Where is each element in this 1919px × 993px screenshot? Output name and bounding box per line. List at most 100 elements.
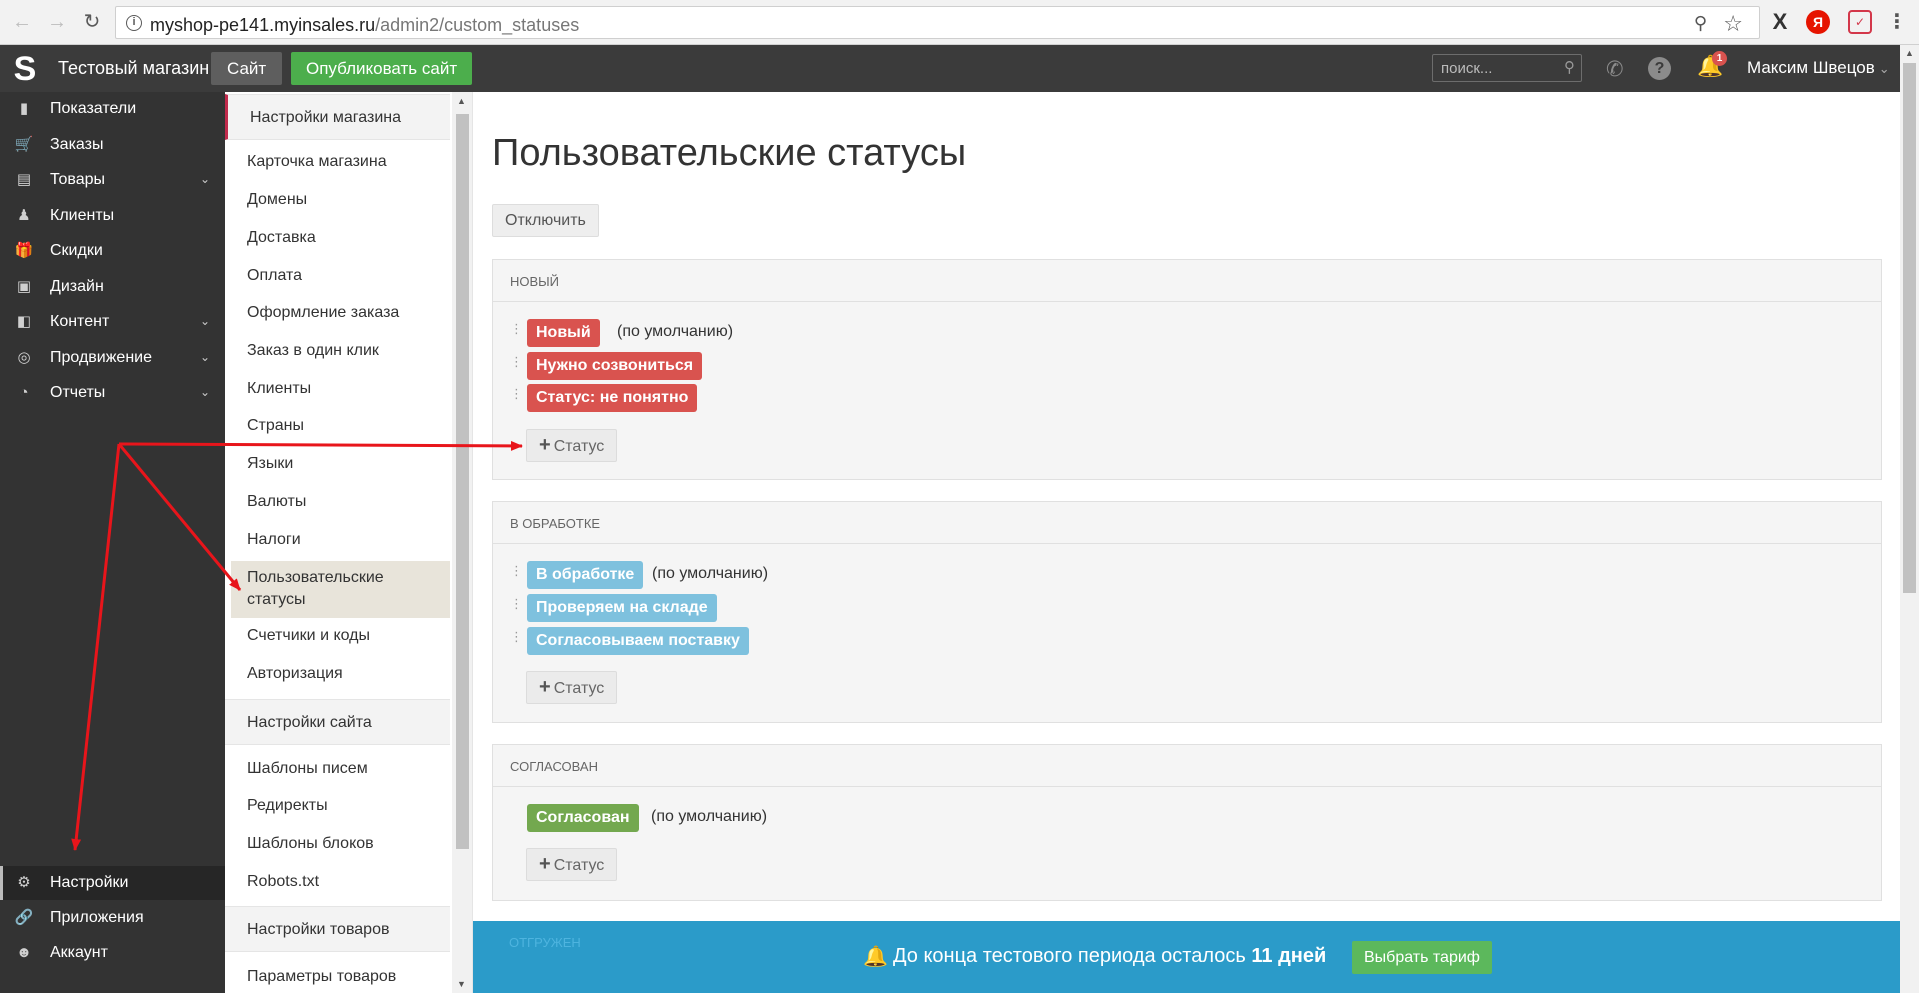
sidebar-item-promotion[interactable]: ◎ Продвижение ⌄ <box>0 341 225 375</box>
submenu-item-label: Клиенты <box>247 380 312 397</box>
scroll-down-icon[interactable]: ▼ <box>457 979 466 989</box>
sidebar-item-clients[interactable]: ♟ Клиенты <box>0 199 225 233</box>
zoom-icon[interactable]: ⚲ <box>1694 13 1707 34</box>
sidebar-item-apps[interactable]: 🔗 Приложения <box>0 901 225 935</box>
drag-handle-icon[interactable]: ⋮⋮ <box>510 564 535 577</box>
yandex-icon[interactable]: Я <box>1806 10 1830 34</box>
submenu-header-products[interactable]: Настройки товаров <box>225 906 450 952</box>
url-text[interactable]: myshop-pe141.myinsales.ru/admin2/custom_… <box>150 15 579 36</box>
add-status-button[interactable]: + Статус <box>526 848 618 881</box>
status-tag[interactable]: Согласовываем поставку <box>527 627 749 655</box>
submenu-scrollbar[interactable]: ▲ ▼ <box>452 92 472 993</box>
submenu-item-domains[interactable]: Домены <box>231 189 450 213</box>
submenu-item-countries[interactable]: Страны <box>231 415 450 439</box>
submenu-item-label: Налоги <box>247 531 301 548</box>
search-icon[interactable]: ⚲ <box>1564 58 1575 76</box>
submenu-scroll-thumb[interactable] <box>456 114 469 849</box>
submenu-item-delivery[interactable]: Доставка <box>231 227 450 251</box>
browser-menu-icon[interactable]: ⋮ <box>1885 10 1909 34</box>
status-tag[interactable]: Новый <box>527 319 600 347</box>
submenu-item-label: Шаблоны писем <box>247 760 368 777</box>
submenu-item-store-card[interactable]: Карточка магазина <box>231 151 450 175</box>
status-tag[interactable]: Нужно созвониться <box>527 352 703 380</box>
trial-banner: ОТГРУЖЕН 🔔 До конца тестового периода ос… <box>473 921 1900 993</box>
publish-site-button[interactable]: Опубликовать сайт <box>291 52 473 85</box>
submenu-item-taxes[interactable]: Налоги <box>231 529 450 553</box>
gear-icon: ⚙ <box>17 874 31 891</box>
bell-icon: 🔔 <box>863 946 888 968</box>
content-icon: ◧ <box>16 313 32 330</box>
submenu-item-label: Пользовательские статусы <box>247 569 384 608</box>
drag-handle-icon[interactable]: ⋮⋮ <box>510 597 535 610</box>
image-icon: ▣ <box>16 278 32 295</box>
site-button[interactable]: Сайт <box>211 52 283 85</box>
back-arrow-icon[interactable]: ← <box>10 10 34 34</box>
reload-icon[interactable]: ↻ <box>80 10 104 34</box>
sidebar-item-content[interactable]: ◧ Контент ⌄ <box>0 305 225 339</box>
submenu-header-site[interactable]: Настройки сайта <box>225 699 450 745</box>
submenu-item-languages[interactable]: Языки <box>231 453 450 477</box>
submenu-header-label: Настройки товаров <box>247 921 390 938</box>
drag-handle-icon[interactable]: ⋮⋮ <box>510 322 535 335</box>
insales-logo-icon[interactable]: S <box>10 51 40 87</box>
submenu-item-clients[interactable]: Клиенты <box>231 378 450 402</box>
submenu-item-currencies[interactable]: Валюты <box>231 491 450 515</box>
status-tag[interactable]: Статус: не понятно <box>527 384 698 412</box>
chevron-down-icon: ⌄ <box>200 350 211 364</box>
address-bar[interactable]: i myshop-pe141.myinsales.ru/admin2/custo… <box>115 6 1760 39</box>
submenu-item-label: Авторизация <box>247 665 343 682</box>
submenu-item-block-templates[interactable]: Шаблоны блоков <box>231 833 450 857</box>
scroll-up-icon[interactable]: ▲ <box>1905 48 1914 58</box>
status-tag[interactable]: В обработке <box>527 561 644 589</box>
sidebar-item-label: Аккаунт <box>50 944 108 961</box>
cart-icon: 🛒 <box>14 136 34 153</box>
submenu-item-custom-statuses[interactable]: Пользовательские статусы <box>231 561 450 618</box>
sidebar-item-account[interactable]: ☻ Аккаунт <box>0 936 225 970</box>
sidebar-item-orders[interactable]: 🛒 Заказы <box>0 128 225 162</box>
user-menu[interactable]: Максим Швецов ⌄ <box>1747 58 1890 78</box>
sidebar-item-discounts[interactable]: 🎁 Скидки <box>0 234 225 268</box>
main-scroll-thumb[interactable] <box>1903 63 1916 593</box>
help-icon[interactable]: ? <box>1648 57 1671 80</box>
submenu-item-authorization[interactable]: Авторизация <box>231 663 450 687</box>
submenu-item-email-templates[interactable]: Шаблоны писем <box>231 758 450 782</box>
status-tag[interactable]: Согласован <box>527 804 639 832</box>
sidebar-item-dashboard[interactable]: ▮ Показатели <box>0 92 225 126</box>
default-note: (по умолчанию) <box>652 565 769 582</box>
submenu-item-counters[interactable]: Счетчики и коды <box>231 625 450 649</box>
search-input[interactable] <box>1441 58 1551 78</box>
status-tag[interactable]: Проверяем на складе <box>527 594 717 622</box>
bookmark-star-icon[interactable]: ☆ <box>1723 11 1743 37</box>
submenu-item-checkout[interactable]: Оформление заказа <box>231 302 450 326</box>
extension-x-icon[interactable]: X <box>1768 10 1792 34</box>
forward-arrow-icon[interactable]: → <box>45 10 69 34</box>
submenu-item-product-params[interactable]: Параметры товаров <box>231 966 450 990</box>
drag-handle-icon[interactable]: ⋮⋮ <box>510 387 535 400</box>
scroll-up-icon[interactable]: ▲ <box>457 96 466 106</box>
sidebar-item-reports[interactable]: ◔ Отчеты ⌄ <box>0 376 225 410</box>
sidebar-item-label: Дизайн <box>50 278 104 295</box>
drag-handle-icon[interactable]: ⋮⋮ <box>510 355 535 368</box>
info-icon[interactable]: i <box>126 15 142 31</box>
main-scrollbar[interactable]: ▲ <box>1900 45 1919 993</box>
sidebar-item-design[interactable]: ▣ Дизайн <box>0 270 225 304</box>
submenu-item-one-click[interactable]: Заказ в один клик <box>231 340 450 364</box>
add-status-button[interactable]: + Статус <box>526 429 618 462</box>
sidebar-item-settings[interactable]: ⚙ Настройки <box>0 866 225 900</box>
choose-plan-button[interactable]: Выбрать тариф <box>1352 941 1492 974</box>
drag-handle-icon[interactable]: ⋮⋮ <box>510 630 535 643</box>
submenu-item-redirects[interactable]: Редиректы <box>231 795 450 819</box>
settings-submenu: Настройки магазина Карточка магазина Дом… <box>225 92 450 993</box>
add-status-label: Статус <box>553 438 605 455</box>
trial-days-left: 11 дней <box>1251 945 1327 967</box>
phone-icon[interactable]: ✆ <box>1606 57 1624 82</box>
pocket-icon[interactable]: ✓ <box>1848 10 1872 34</box>
add-status-button[interactable]: + Статус <box>526 671 618 704</box>
sidebar-item-label: Показатели <box>50 100 137 117</box>
submenu-item-label: Языки <box>247 455 294 472</box>
disable-button[interactable]: Отключить <box>492 204 599 237</box>
sidebar-item-products[interactable]: ▤ Товары ⌄ <box>0 163 225 197</box>
submenu-header-store[interactable]: Настройки магазина <box>225 94 450 140</box>
submenu-item-payment[interactable]: Оплата <box>231 265 450 289</box>
submenu-item-robots[interactable]: Robots.txt <box>231 871 450 895</box>
